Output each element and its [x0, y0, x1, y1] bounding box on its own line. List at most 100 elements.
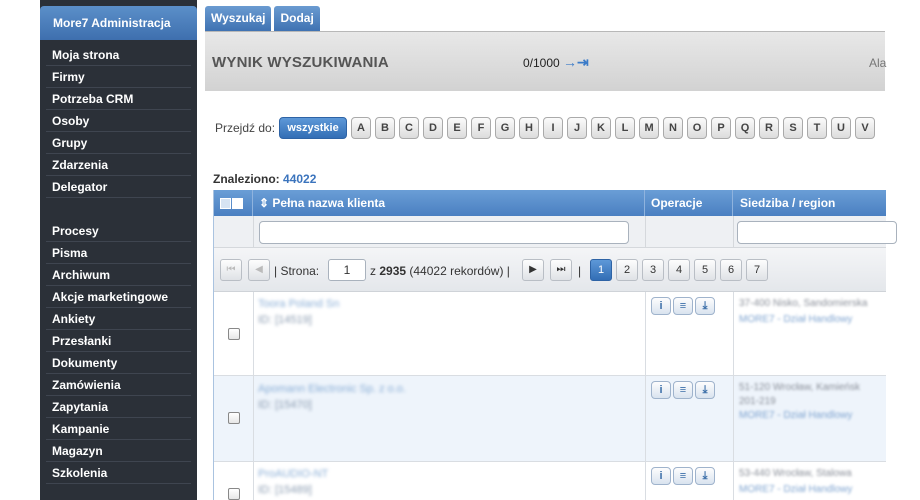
sidebar-title[interactable]: More7 Administracja [40, 6, 197, 40]
page-number-button[interactable]: 6 [720, 259, 742, 281]
list-icon[interactable]: ≡ [673, 381, 693, 399]
page-label: | Strona: [274, 264, 320, 278]
column-header-name[interactable]: ⇕ Pełna nazwa klienta [253, 190, 645, 216]
alphabet-letter-button[interactable]: Q [735, 117, 756, 139]
client-id: ID: [14519] [258, 314, 312, 326]
alphabet-letter-button[interactable]: M [639, 117, 660, 139]
found-label: Znaleziono: [213, 172, 280, 186]
sidebar-item-zamowienia[interactable]: Zamówienia [46, 374, 191, 396]
download-icon[interactable]: ⤓ [695, 381, 715, 399]
table-row[interactable]: ProAUDIO-NT ID: [15489] i ≡ ⤓ 53-440 Wro… [214, 462, 886, 500]
alphabet-letter-button[interactable]: C [399, 117, 420, 139]
select-all-toggle[interactable] [232, 198, 243, 210]
download-icon[interactable]: ⤓ [695, 297, 715, 315]
client-name-link[interactable]: Toora Poland Sn [258, 298, 339, 310]
tab-wyszukaj[interactable]: Wyszukaj [205, 6, 272, 31]
page-number-button[interactable]: 1 [590, 259, 612, 281]
found-count: 44022 [283, 172, 317, 186]
page-number-button[interactable]: 2 [616, 259, 638, 281]
alphabet-letter-button[interactable]: N [663, 117, 684, 139]
page-number-button[interactable]: 4 [668, 259, 690, 281]
sidebar-item-dokumenty[interactable]: Dokumenty [46, 352, 191, 374]
next-page-button[interactable]: ▶ [522, 259, 544, 281]
total-pages: 2935 [379, 264, 407, 278]
alphabet-letter-button[interactable]: G [495, 117, 516, 139]
info-icon[interactable]: i [651, 467, 671, 485]
first-page-button[interactable]: ⏮ [220, 259, 242, 281]
row-checkbox[interactable] [228, 328, 240, 340]
row-operations: i ≡ ⤓ [651, 297, 715, 315]
last-page-button[interactable]: ⏭ [550, 259, 572, 281]
page-input[interactable]: 1 [328, 259, 366, 281]
app-root: More7 Administracja Moja strona Firmy Po… [0, 0, 920, 500]
alphabet-letter-button[interactable]: P [711, 117, 732, 139]
sidebar-item-magazyn[interactable]: Magazyn [46, 440, 191, 462]
page-number-button[interactable]: 5 [694, 259, 716, 281]
sidebar-item-moja-strona[interactable]: Moja strona [46, 44, 191, 66]
row-divider [645, 376, 646, 461]
column-header-seat[interactable]: Siedziba / region [733, 190, 893, 216]
select-all-checkbox[interactable] [220, 198, 231, 210]
sidebar-item-pisma[interactable]: Pisma [46, 242, 191, 264]
select-all-header[interactable] [214, 190, 253, 216]
sidebar-item-osoby[interactable]: Osoby [46, 110, 191, 132]
alphabet-letter-button[interactable]: K [591, 117, 612, 139]
alphabet-letter-button[interactable]: V [855, 117, 876, 139]
table-row[interactable]: Toora Poland Sn ID: [14519] i ≡ ⤓ 37-400… [214, 292, 886, 376]
table-row[interactable]: Apomann Electronic Sp. z o.o. ID: [15470… [214, 376, 886, 462]
prev-page-button[interactable]: ◀ [248, 259, 270, 281]
alphabet-letter-button[interactable]: U [831, 117, 852, 139]
info-icon[interactable]: i [651, 381, 671, 399]
alphabet-letter-button[interactable]: L [615, 117, 636, 139]
pager-divider: | [578, 264, 582, 278]
seat-address-extra: 201-219 [739, 396, 776, 407]
row-divider [733, 462, 734, 500]
alphabet-letter-button[interactable]: O [687, 117, 708, 139]
seat-address: 51-120 Wrocław, Kamieńsk [739, 382, 860, 393]
sidebar-item-akcje-marketingowe[interactable]: Akcje marketingowe [46, 286, 191, 308]
alphabet-letter-button[interactable]: A [351, 117, 372, 139]
sidebar-item-zdarzenia[interactable]: Zdarzenia [46, 154, 191, 176]
sidebar-item-szkolenia[interactable]: Szkolenia [46, 462, 191, 484]
row-checkbox[interactable] [228, 412, 240, 424]
sidebar-item-procesy[interactable]: Procesy [46, 220, 191, 242]
sidebar-item-grupy[interactable]: Grupy [46, 132, 191, 154]
alphabet-letter-button[interactable]: H [519, 117, 540, 139]
grid-header: ⇕ Pełna nazwa klienta Operacje Siedziba … [214, 190, 886, 216]
page-label-text: Strona: [280, 264, 320, 278]
alphabet-letter-button[interactable]: I [543, 117, 564, 139]
client-name-link[interactable]: ProAUDIO-NT [258, 468, 328, 480]
seat-region: MORE7 - Dział Handlowy [739, 410, 853, 421]
sidebar-item-kampanie[interactable]: Kampanie [46, 418, 191, 440]
row-divider [733, 376, 734, 461]
sidebar-item-ankiety[interactable]: Ankiety [46, 308, 191, 330]
seat-filter-input[interactable] [737, 221, 897, 244]
sidebar-item-archiwum[interactable]: Archiwum [46, 264, 191, 286]
sidebar-item-potrzeba-crm[interactable]: Potrzeba CRM [46, 88, 191, 110]
info-icon[interactable]: i [651, 297, 671, 315]
sidebar-item-przeslanki[interactable]: Przesłanki [46, 330, 191, 352]
page-number-button[interactable]: 3 [642, 259, 664, 281]
page-number-button[interactable]: 7 [746, 259, 768, 281]
alphabet-letter-button[interactable]: T [807, 117, 828, 139]
tab-dodaj[interactable]: Dodaj [274, 6, 320, 31]
list-icon[interactable]: ≡ [673, 297, 693, 315]
alphabet-letter-button[interactable]: B [375, 117, 396, 139]
sidebar-item-delegator[interactable]: Delegator [46, 176, 191, 198]
list-icon[interactable]: ≡ [673, 467, 693, 485]
alphabet-letter-button[interactable]: F [471, 117, 492, 139]
sidebar-spacer [46, 198, 191, 220]
alphabet-all-button[interactable]: wszystkie [279, 117, 348, 139]
next-range-icon[interactable]: →⇥ [563, 54, 589, 71]
row-checkbox[interactable] [228, 488, 240, 500]
name-filter-input[interactable] [259, 221, 629, 244]
download-icon[interactable]: ⤓ [695, 467, 715, 485]
sidebar-item-zapytania[interactable]: Zapytania [46, 396, 191, 418]
alphabet-letter-button[interactable]: D [423, 117, 444, 139]
alphabet-letter-button[interactable]: R [759, 117, 780, 139]
client-name-link[interactable]: Apomann Electronic Sp. z o.o. [258, 383, 406, 395]
alphabet-letter-button[interactable]: E [447, 117, 468, 139]
sidebar-item-firmy[interactable]: Firmy [46, 66, 191, 88]
alphabet-letter-button[interactable]: S [783, 117, 804, 139]
alphabet-letter-button[interactable]: J [567, 117, 588, 139]
